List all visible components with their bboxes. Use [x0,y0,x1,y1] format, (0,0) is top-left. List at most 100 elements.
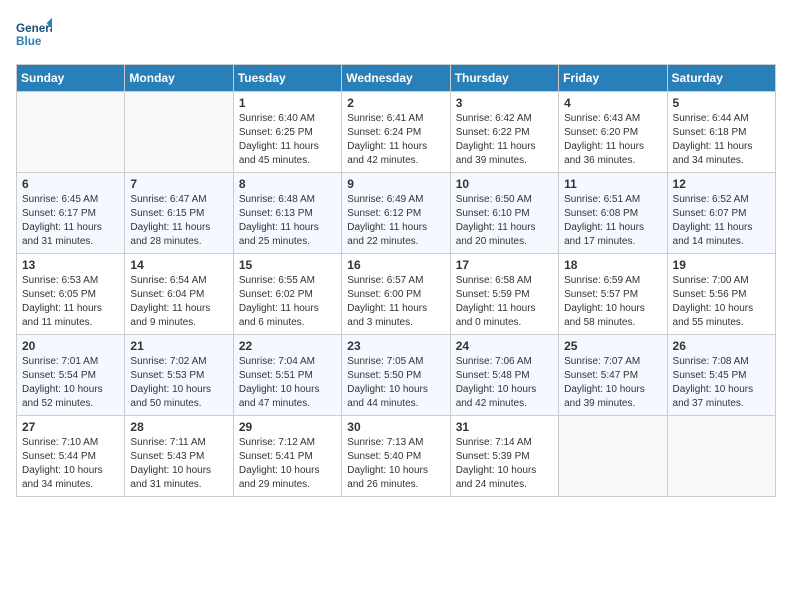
calendar-cell: 8 Sunrise: 6:48 AM Sunset: 6:13 PM Daylig… [233,173,341,254]
day-info: Sunrise: 6:43 AM Sunset: 6:20 PM Dayligh… [564,112,661,168]
calendar-cell: 4Sunrise: 6:43 AM Sunset: 6:20 PM Daylig… [559,92,667,173]
day-number: 21 [130,339,227,353]
day-info: Sunrise: 7:06 AM Sunset: 5:48 PM Dayligh… [456,355,553,411]
day-info: Sunrise: 7:00 AM Sunset: 5:56 PM Dayligh… [673,274,770,330]
calendar-cell: 3Sunrise: 6:42 AM Sunset: 6:22 PM Daylig… [450,92,558,173]
day-info: Sunrise: 7:05 AM Sunset: 5:50 PM Dayligh… [347,355,444,411]
day-number: 14 [130,258,227,272]
day-number: 30 [347,420,444,434]
day-info: Sunrise: 6:50 AM Sunset: 6:10 PM Dayligh… [456,193,553,249]
calendar-cell: 26 Sunrise: 7:08 AM Sunset: 5:45 PM Dayli… [667,335,775,416]
calendar-cell: 6Sunrise: 6:45 AM Sunset: 6:17 PM Daylig… [17,173,125,254]
day-of-week-header: Friday [559,65,667,92]
day-of-week-header: Tuesday [233,65,341,92]
calendar-cell: 14 Sunrise: 6:54 AM Sunset: 6:04 PM Dayli… [125,254,233,335]
day-info: Sunrise: 6:53 AM Sunset: 6:05 PM Dayligh… [22,274,119,330]
day-number: 26 [673,339,770,353]
day-number: 1 [239,96,336,110]
calendar-cell: 12 Sunrise: 6:52 AM Sunset: 6:07 PM Dayli… [667,173,775,254]
day-info: Sunrise: 6:45 AM Sunset: 6:17 PM Dayligh… [22,193,119,249]
day-info: Sunrise: 6:47 AM Sunset: 6:15 PM Dayligh… [130,193,227,249]
calendar-cell: 11Sunrise: 6:51 AM Sunset: 6:08 PM Dayli… [559,173,667,254]
day-info: Sunrise: 6:51 AM Sunset: 6:08 PM Dayligh… [564,193,661,249]
calendar-cell: 17 Sunrise: 6:58 AM Sunset: 5:59 PM Dayli… [450,254,558,335]
calendar-cell: 23 Sunrise: 7:05 AM Sunset: 5:50 PM Dayli… [342,335,450,416]
logo: General Blue [16,16,56,52]
logo-icon: General Blue [16,16,52,52]
calendar-table: SundayMondayTuesdayWednesdayThursdayFrid… [16,64,776,497]
day-info: Sunrise: 6:59 AM Sunset: 5:57 PM Dayligh… [564,274,661,330]
day-number: 27 [22,420,119,434]
day-number: 16 [347,258,444,272]
day-info: Sunrise: 6:58 AM Sunset: 5:59 PM Dayligh… [456,274,553,330]
day-number: 29 [239,420,336,434]
calendar-cell: 13 Sunrise: 6:53 AM Sunset: 6:05 PM Dayli… [17,254,125,335]
day-info: Sunrise: 6:49 AM Sunset: 6:12 PM Dayligh… [347,193,444,249]
calendar-cell [667,416,775,497]
day-number: 20 [22,339,119,353]
day-info: Sunrise: 6:55 AM Sunset: 6:02 PM Dayligh… [239,274,336,330]
calendar-week-row: 1 Sunrise: 6:40 AM Sunset: 6:25 PM Daylig… [17,92,776,173]
day-info: Sunrise: 7:02 AM Sunset: 5:53 PM Dayligh… [130,355,227,411]
calendar-week-row: 6Sunrise: 6:45 AM Sunset: 6:17 PM Daylig… [17,173,776,254]
day-info: Sunrise: 6:41 AM Sunset: 6:24 PM Dayligh… [347,112,444,168]
calendar-cell: 20 Sunrise: 7:01 AM Sunset: 5:54 PM Dayli… [17,335,125,416]
day-number: 23 [347,339,444,353]
calendar-week-row: 27 Sunrise: 7:10 AM Sunset: 5:44 PM Dayli… [17,416,776,497]
day-number: 8 [239,177,336,191]
day-number: 24 [456,339,553,353]
day-info: Sunrise: 6:44 AM Sunset: 6:18 PM Dayligh… [673,112,770,168]
calendar-header-row: SundayMondayTuesdayWednesdayThursdayFrid… [17,65,776,92]
day-number: 2 [347,96,444,110]
calendar-cell: 27 Sunrise: 7:10 AM Sunset: 5:44 PM Dayli… [17,416,125,497]
day-info: Sunrise: 7:04 AM Sunset: 5:51 PM Dayligh… [239,355,336,411]
day-info: Sunrise: 6:54 AM Sunset: 6:04 PM Dayligh… [130,274,227,330]
day-number: 28 [130,420,227,434]
calendar-cell: 2 Sunrise: 6:41 AM Sunset: 6:24 PM Daylig… [342,92,450,173]
day-info: Sunrise: 7:10 AM Sunset: 5:44 PM Dayligh… [22,436,119,492]
day-number: 17 [456,258,553,272]
day-number: 31 [456,420,553,434]
day-number: 9 [347,177,444,191]
day-number: 3 [456,96,553,110]
calendar-cell: 25 Sunrise: 7:07 AM Sunset: 5:47 PM Dayli… [559,335,667,416]
day-info: Sunrise: 7:12 AM Sunset: 5:41 PM Dayligh… [239,436,336,492]
calendar-cell: 31 Sunrise: 7:14 AM Sunset: 5:39 PM Dayli… [450,416,558,497]
day-of-week-header: Wednesday [342,65,450,92]
day-of-week-header: Thursday [450,65,558,92]
day-number: 18 [564,258,661,272]
calendar-cell: 22 Sunrise: 7:04 AM Sunset: 5:51 PM Dayli… [233,335,341,416]
calendar-cell: 21 Sunrise: 7:02 AM Sunset: 5:53 PM Dayli… [125,335,233,416]
day-info: Sunrise: 7:01 AM Sunset: 5:54 PM Dayligh… [22,355,119,411]
day-of-week-header: Sunday [17,65,125,92]
calendar-cell [559,416,667,497]
calendar-cell: 10Sunrise: 6:50 AM Sunset: 6:10 PM Dayli… [450,173,558,254]
calendar-cell [125,92,233,173]
day-info: Sunrise: 6:40 AM Sunset: 6:25 PM Dayligh… [239,112,336,168]
day-info: Sunrise: 7:14 AM Sunset: 5:39 PM Dayligh… [456,436,553,492]
calendar-cell: 30 Sunrise: 7:13 AM Sunset: 5:40 PM Dayli… [342,416,450,497]
day-info: Sunrise: 6:48 AM Sunset: 6:13 PM Dayligh… [239,193,336,249]
day-info: Sunrise: 7:07 AM Sunset: 5:47 PM Dayligh… [564,355,661,411]
day-number: 12 [673,177,770,191]
svg-text:Blue: Blue [16,35,42,48]
day-number: 25 [564,339,661,353]
svg-text:General: General [16,22,52,35]
calendar-week-row: 13 Sunrise: 6:53 AM Sunset: 6:05 PM Dayli… [17,254,776,335]
calendar-cell: 9 Sunrise: 6:49 AM Sunset: 6:12 PM Daylig… [342,173,450,254]
day-info: Sunrise: 7:11 AM Sunset: 5:43 PM Dayligh… [130,436,227,492]
day-number: 13 [22,258,119,272]
day-number: 15 [239,258,336,272]
day-info: Sunrise: 6:57 AM Sunset: 6:00 PM Dayligh… [347,274,444,330]
day-of-week-header: Saturday [667,65,775,92]
calendar-cell: 7 Sunrise: 6:47 AM Sunset: 6:15 PM Daylig… [125,173,233,254]
calendar-cell: 18 Sunrise: 6:59 AM Sunset: 5:57 PM Dayli… [559,254,667,335]
calendar-cell: 5Sunrise: 6:44 AM Sunset: 6:18 PM Daylig… [667,92,775,173]
calendar-cell: 24 Sunrise: 7:06 AM Sunset: 5:48 PM Dayli… [450,335,558,416]
day-info: Sunrise: 7:13 AM Sunset: 5:40 PM Dayligh… [347,436,444,492]
day-info: Sunrise: 7:08 AM Sunset: 5:45 PM Dayligh… [673,355,770,411]
calendar-week-row: 20 Sunrise: 7:01 AM Sunset: 5:54 PM Dayli… [17,335,776,416]
day-info: Sunrise: 6:52 AM Sunset: 6:07 PM Dayligh… [673,193,770,249]
day-number: 7 [130,177,227,191]
day-number: 22 [239,339,336,353]
